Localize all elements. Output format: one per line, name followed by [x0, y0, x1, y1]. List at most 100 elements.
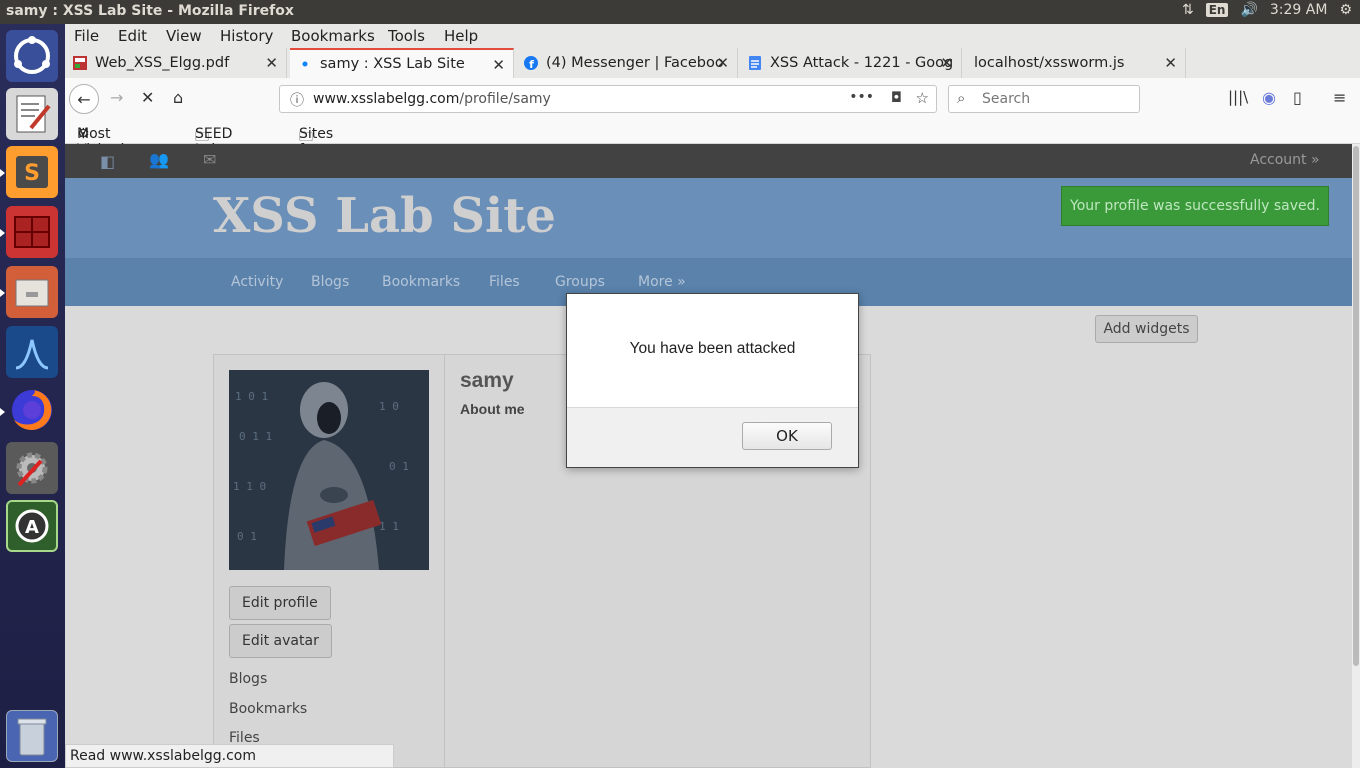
- loading-dot-icon: [302, 61, 308, 67]
- owner-link-blogs[interactable]: Blogs: [229, 671, 267, 687]
- owner-link-bookmarks[interactable]: Bookmarks: [229, 701, 307, 717]
- profile-username: samy: [460, 369, 514, 392]
- menu-edit[interactable]: Edit: [118, 27, 147, 45]
- library-icon[interactable]: |||\: [1228, 88, 1248, 106]
- menu-bar: File Edit View History Bookmarks Tools H…: [65, 24, 1360, 48]
- software-updater-icon[interactable]: A: [6, 500, 58, 552]
- ubuntu-dash-icon[interactable]: [6, 30, 58, 82]
- pocket-icon[interactable]: ◘: [891, 90, 902, 106]
- volume-icon[interactable]: 🔊: [1240, 2, 1257, 18]
- svg-text:0 1: 0 1: [237, 530, 257, 543]
- menu-bookmarks[interactable]: Bookmarks: [291, 27, 375, 45]
- wireshark-icon[interactable]: [6, 326, 58, 378]
- close-tab-icon[interactable]: ✕: [492, 56, 505, 74]
- nav-blogs[interactable]: Blogs: [311, 274, 349, 290]
- tab-messenger-facebook[interactable]: f (4) Messenger | Faceboo ✕: [516, 48, 738, 78]
- url-path: /profile/samy: [459, 91, 551, 107]
- app-launcher: S A: [0, 24, 65, 768]
- edit-avatar-button[interactable]: Edit avatar: [229, 624, 332, 658]
- nav-activity[interactable]: Activity: [231, 274, 283, 290]
- tab-xss-attack-google-docs[interactable]: XSS Attack - 1221 - Goog ✕: [740, 48, 962, 78]
- success-message[interactable]: Your profile was successfully saved.: [1061, 186, 1329, 226]
- search-icon: ⌕: [957, 89, 966, 107]
- back-arrow-icon[interactable]: ←: [69, 84, 99, 114]
- close-tab-icon[interactable]: ✕: [1164, 54, 1177, 72]
- terminal-icon[interactable]: [6, 206, 58, 258]
- messages-envelope-icon[interactable]: ✉: [203, 150, 216, 169]
- svg-text:0 1 1: 0 1 1: [239, 430, 272, 443]
- alert-dialog: You have been attacked OK: [566, 293, 859, 468]
- nav-files[interactable]: Files: [489, 274, 520, 290]
- url-text: www.xsslabelgg.com/profile/samy: [313, 91, 551, 107]
- settings-gear-icon[interactable]: ⚙: [1339, 2, 1352, 18]
- svg-text:1 0 1: 1 0 1: [235, 390, 268, 403]
- elgg-topbar: ◧ 👥 ✉ Account »: [65, 144, 1352, 178]
- bookmark-star-icon[interactable]: ☆: [916, 89, 929, 107]
- sidebar-icon[interactable]: ▯: [1293, 88, 1302, 107]
- google-docs-icon: [749, 56, 761, 70]
- firefox-window: File Edit View History Bookmarks Tools H…: [65, 24, 1360, 768]
- system-tray: ⇅ En 🔊 3:29 AM ⚙: [1182, 2, 1352, 18]
- menu-history[interactable]: History: [220, 27, 273, 45]
- url-bar[interactable]: ⓘ www.xsslabelgg.com/profile/samy ••• ◘ …: [279, 85, 937, 113]
- menu-help[interactable]: Help: [444, 27, 478, 45]
- tab-samy-xss-lab-site[interactable]: samy : XSS Lab Site ✕: [290, 48, 514, 78]
- elgg-logo-icon[interactable]: ◧: [100, 152, 115, 171]
- account-menu[interactable]: Account »: [1250, 152, 1320, 168]
- nav-bookmarks[interactable]: Bookmarks: [382, 274, 460, 290]
- friends-icon[interactable]: 👥: [149, 150, 169, 169]
- tab-localhost-xssworm[interactable]: localhost/xssworm.js ✕: [964, 48, 1186, 78]
- network-icon[interactable]: ⇅: [1182, 2, 1194, 18]
- pdf-icon: [73, 56, 87, 70]
- navigation-toolbar: ← → ✕ ⌂ ⓘ www.xsslabelgg.com/profile/sam…: [65, 78, 1360, 118]
- window-title: samy : XSS Lab Site - Mozilla Firefox: [6, 3, 294, 19]
- site-info-icon[interactable]: ⓘ: [290, 90, 304, 110]
- alert-footer: OK: [567, 407, 858, 467]
- system-settings-icon[interactable]: [6, 442, 58, 494]
- running-indicator: [0, 169, 5, 177]
- sublime-text-icon[interactable]: S: [6, 146, 58, 198]
- tab-strip: Web_XSS_Elgg.pdf ✕ samy : XSS Lab Site ✕…: [65, 48, 1360, 98]
- svg-text:1 0: 1 0: [379, 400, 399, 413]
- running-indicator: [0, 229, 5, 237]
- bookmarks-toolbar: ⚙ Most Visited 🗀 SEED Labs 🗀 Sites for L…: [65, 118, 1360, 174]
- svg-text:1 1 0: 1 1 0: [233, 480, 266, 493]
- close-tab-icon[interactable]: ✕: [265, 54, 278, 72]
- add-widgets-button[interactable]: Add widgets: [1095, 315, 1198, 343]
- stop-loading-icon[interactable]: ✕: [141, 88, 154, 107]
- close-tab-icon[interactable]: ✕: [940, 54, 953, 72]
- alert-ok-button[interactable]: OK: [742, 422, 832, 450]
- edit-profile-button[interactable]: Edit profile: [229, 586, 331, 620]
- trash-icon[interactable]: [6, 710, 58, 762]
- about-me-heading: About me: [460, 401, 525, 417]
- os-top-bar: samy : XSS Lab Site - Mozilla Firefox ⇅ …: [0, 0, 1360, 24]
- clock[interactable]: 3:29 AM: [1270, 2, 1328, 18]
- tab-label: samy : XSS Lab Site: [320, 56, 465, 72]
- search-input[interactable]: ⌕ Search: [948, 85, 1140, 113]
- menu-view[interactable]: View: [166, 27, 202, 45]
- forward-arrow-icon[interactable]: →: [110, 88, 123, 107]
- tab-label: Web_XSS_Elgg.pdf: [95, 55, 230, 71]
- nav-groups[interactable]: Groups: [555, 274, 605, 290]
- running-indicator: [0, 408, 5, 416]
- menu-tools[interactable]: Tools: [388, 27, 425, 45]
- hooded-hacker-image: 1 0 1 0 1 1 1 1 0 0 1 1 0 0 1 1 1: [229, 370, 429, 570]
- page-actions-icon[interactable]: •••: [849, 89, 874, 105]
- firefox-icon[interactable]: [6, 384, 58, 436]
- extension-icon[interactable]: ◉: [1262, 88, 1276, 107]
- profile-avatar[interactable]: 1 0 1 0 1 1 1 1 0 0 1 1 0 0 1 1 1: [229, 370, 429, 570]
- text-editor-icon[interactable]: [6, 88, 58, 140]
- keyboard-layout-indicator[interactable]: En: [1205, 3, 1229, 17]
- home-icon[interactable]: ⌂: [173, 88, 183, 107]
- close-tab-icon[interactable]: ✕: [716, 54, 729, 72]
- hamburger-menu-icon[interactable]: ≡: [1333, 88, 1346, 107]
- search-placeholder: Search: [982, 91, 1031, 107]
- nav-more[interactable]: More »: [638, 274, 686, 290]
- page-scrollbar[interactable]: [1352, 144, 1360, 768]
- file-manager-icon[interactable]: [6, 266, 58, 318]
- scrollbar-thumb[interactable]: [1353, 146, 1359, 666]
- tab-web-xss-elgg-pdf[interactable]: Web_XSS_Elgg.pdf ✕: [65, 48, 287, 78]
- svg-text:f: f: [529, 58, 534, 70]
- site-name[interactable]: XSS Lab Site: [213, 188, 556, 244]
- menu-file[interactable]: File: [74, 27, 99, 45]
